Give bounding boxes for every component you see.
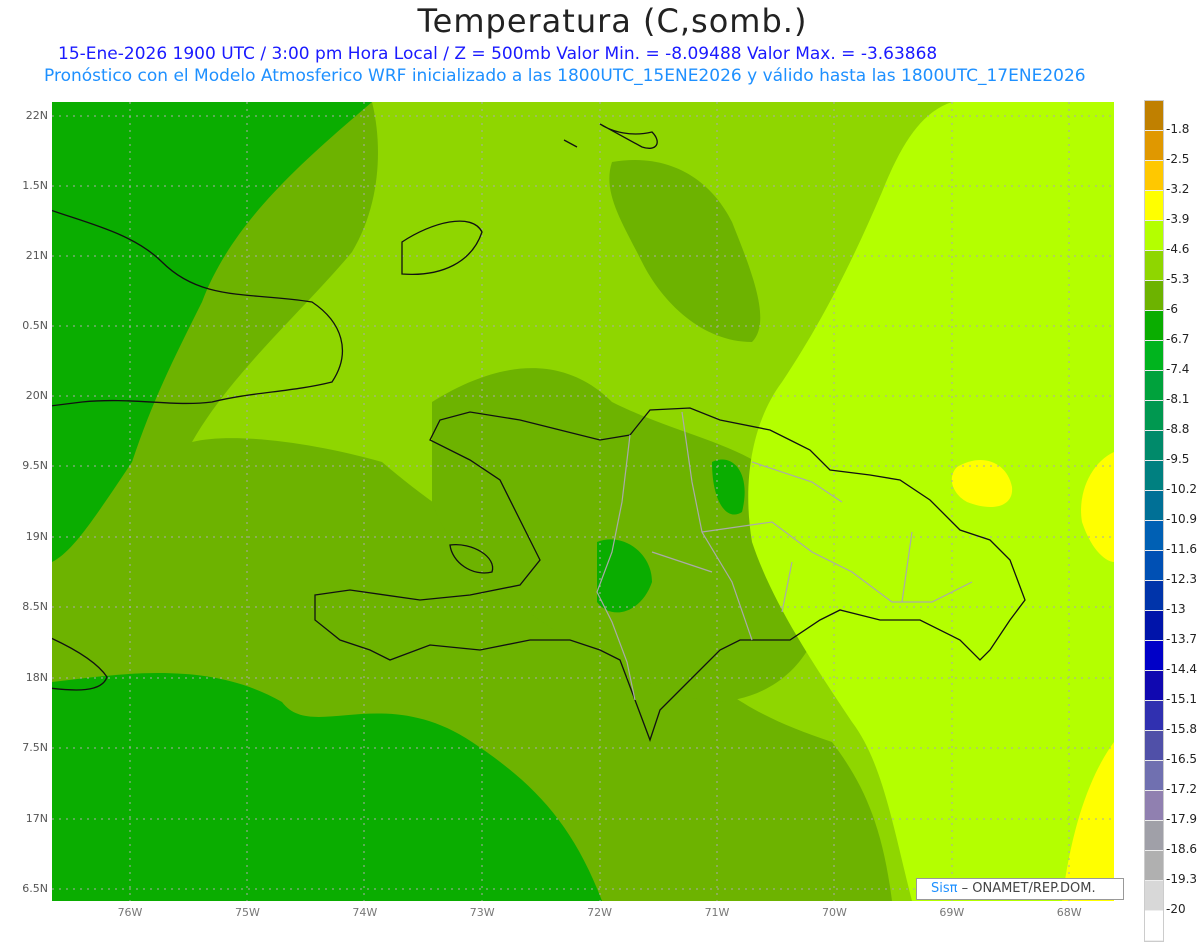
colorbar-swatch [1145,191,1163,221]
lon-label: 71W [704,906,730,919]
colorbar-swatch [1145,761,1163,791]
lon-label: 72W [587,906,613,919]
colorbar-label: -17.9 [1166,812,1198,826]
colorbar-swatch [1145,701,1163,731]
colorbar-label: -6.7 [1166,332,1190,346]
colorbar-swatch [1145,521,1163,551]
lat-label: 6.5N [22,882,48,895]
lat-label: 18N [25,671,48,684]
colorbar [1144,100,1164,942]
colorbar-label: -6 [1166,302,1178,316]
colorbar-swatch [1145,461,1163,491]
colorbar-label: -14.4 [1166,662,1198,676]
colorbar-label: -20 [1166,902,1186,916]
colorbar-swatch [1145,161,1163,191]
colorbar-label: -3.2 [1166,182,1190,196]
map-title: Temperatura (C,somb.) [417,2,808,40]
lon-label: 68W [1056,906,1082,919]
logo-credit: Sisπ – ONAMET/REP.DOM. [916,878,1124,900]
colorbar-label: -5.3 [1166,272,1190,286]
lat-label: 9.5N [22,459,48,472]
lat-label: 20N [25,389,48,402]
colorbar-swatch [1145,431,1163,461]
colorbar-label: -9.5 [1166,452,1190,466]
lon-label: 76W [117,906,143,919]
colorbar-label: -10.2 [1166,482,1198,496]
colorbar-label: -11.6 [1166,542,1198,556]
colorbar-label: -10.9 [1166,512,1198,526]
colorbar-swatch [1145,251,1163,281]
colorbar-swatch [1145,671,1163,701]
colorbar-label: -7.4 [1166,362,1190,376]
colorbar-swatch [1145,101,1163,131]
colorbar-label: -8.8 [1166,422,1190,436]
lon-label: 69W [939,906,965,919]
lat-label: 7.5N [22,741,48,754]
colorbar-swatch [1145,581,1163,611]
lon-label: 75W [234,906,260,919]
lon-label: 74W [352,906,378,919]
lat-label: 8.5N [22,600,48,613]
colorbar-swatch [1145,611,1163,641]
lat-label: 22N [25,109,48,122]
colorbar-label: -18.6 [1166,842,1198,856]
colorbar-swatch [1145,341,1163,371]
lat-label: 17N [25,812,48,825]
temperature-map [52,102,1114,901]
colorbar-label: -3.9 [1166,212,1190,226]
colorbar-label: -15.1 [1166,692,1198,706]
colorbar-swatch [1145,371,1163,401]
colorbar-label: -13 [1166,602,1186,616]
colorbar-swatch [1145,221,1163,251]
lat-label: 19N [25,530,48,543]
lat-label: 21N [25,249,48,262]
colorbar-swatch [1145,881,1163,911]
colorbar-label: -4.6 [1166,242,1190,256]
colorbar-swatch [1145,791,1163,821]
lat-label: 1.5N [22,179,48,192]
colorbar-swatch [1145,911,1163,941]
colorbar-label: -16.5 [1166,752,1198,766]
logo-text: – ONAMET/REP.DOM. [957,881,1096,896]
colorbar-swatch [1145,641,1163,671]
colorbar-swatch [1145,491,1163,521]
colorbar-swatch [1145,821,1163,851]
colorbar-label: -13.7 [1166,632,1198,646]
colorbar-swatch [1145,551,1163,581]
colorbar-label: -15.8 [1166,722,1198,736]
colorbar-swatch [1145,731,1163,761]
colorbar-swatch [1145,401,1163,431]
subtitle-valid-time: 15-Ene-2026 1900 UTC / 3:00 pm Hora Loca… [58,44,938,64]
colorbar-swatch [1145,851,1163,881]
colorbar-label: -17.2 [1166,782,1198,796]
colorbar-label: -19.3 [1166,872,1198,886]
colorbar-swatch [1145,281,1163,311]
logo-brand: Sisπ [931,881,958,896]
colorbar-label: -12.3 [1166,572,1198,586]
colorbar-swatch [1145,311,1163,341]
subtitle-model-info: Pronóstico con el Modelo Atmosferico WRF… [44,66,1086,86]
lon-label: 70W [821,906,847,919]
lat-label: 0.5N [22,319,48,332]
colorbar-label: -2.5 [1166,152,1190,166]
colorbar-label: -1.8 [1166,122,1190,136]
lon-label: 73W [469,906,495,919]
colorbar-label: -8.1 [1166,392,1190,406]
colorbar-swatch [1145,131,1163,161]
